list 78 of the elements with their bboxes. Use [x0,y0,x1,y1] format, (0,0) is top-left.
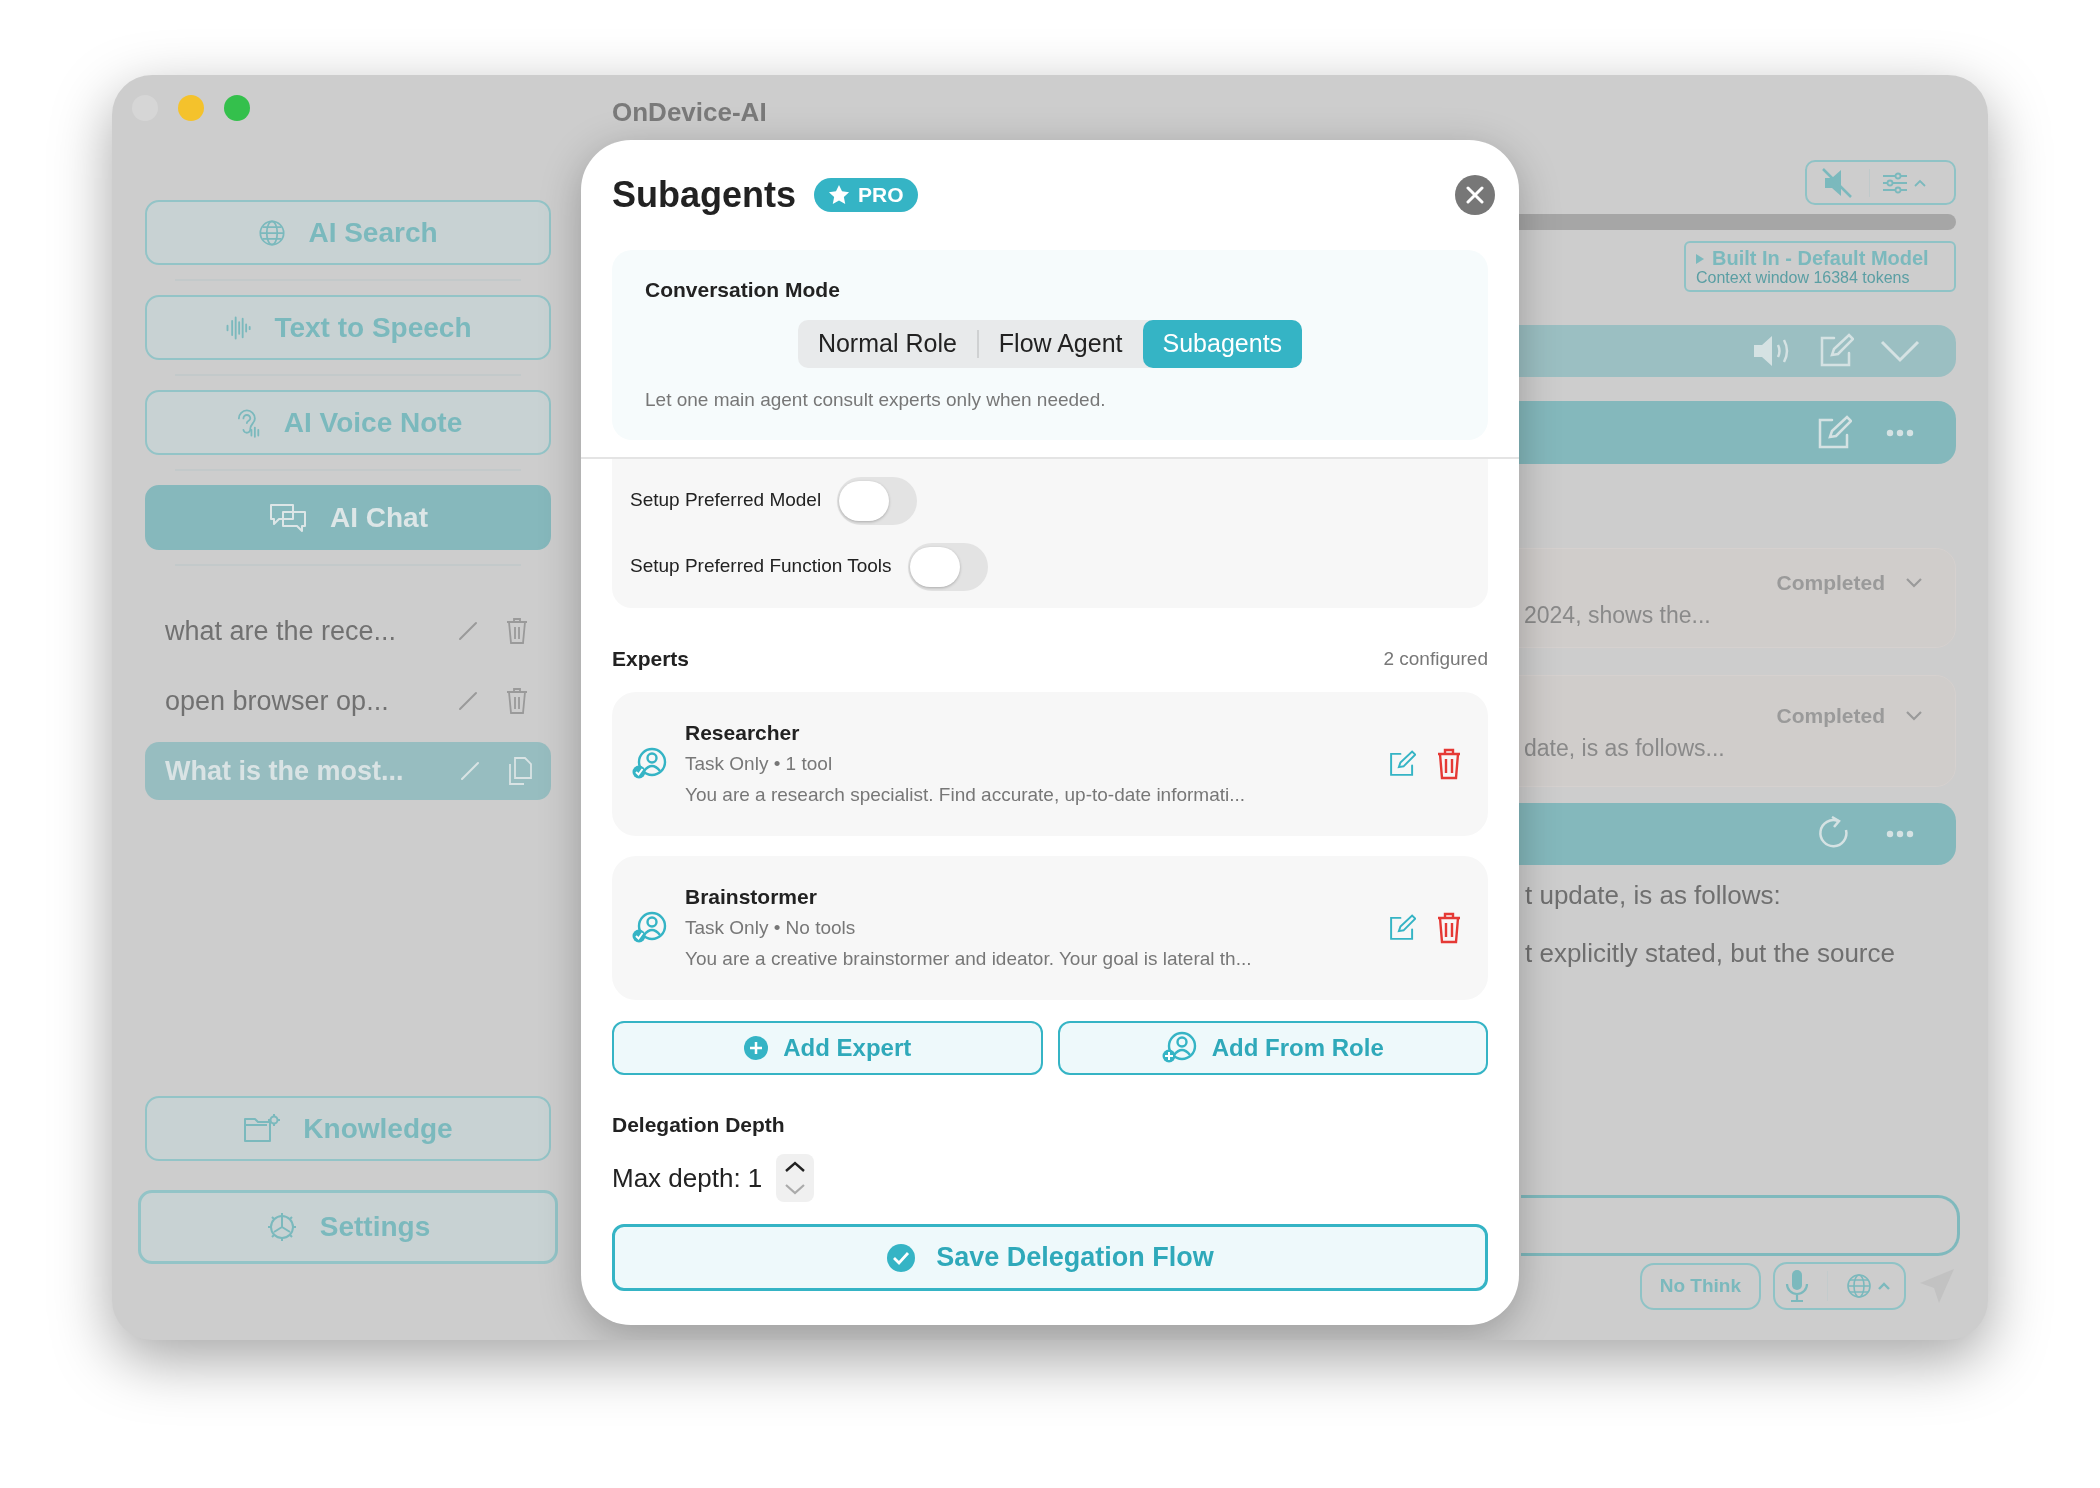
depth-value: Max depth: 1 [612,1161,763,1195]
save-button[interactable]: Save Delegation Flow [612,1224,1488,1291]
chat-item[interactable]: what are the rece... [145,602,551,660]
ellipsis-icon[interactable] [1886,830,1914,838]
trash-icon[interactable] [1436,747,1462,780]
copy-icon[interactable] [507,756,533,786]
expert-meta: Task Only • 1 tool [685,751,834,776]
sliders-icon[interactable] [1882,171,1928,194]
section-title: Delegation Depth [612,1111,786,1138]
message-input[interactable] [1521,1195,1960,1256]
expert-name: Researcher [685,720,801,745]
pencil-icon[interactable] [457,690,479,712]
chat-title: what are the rece... [165,614,398,648]
toggle-switch[interactable] [907,542,988,591]
pro-badge: PRO [814,178,918,212]
add-button[interactable]: Add From Role [1057,1020,1488,1075]
check-circle-icon [886,1242,917,1273]
edit-icon[interactable] [1816,414,1852,451]
answer-text: t update, is as follows: [1525,879,1782,911]
trash-icon[interactable] [505,617,529,645]
chat-title: What is the most... [165,754,405,788]
trash-icon[interactable] [1436,911,1462,944]
edit-icon[interactable] [1388,913,1416,942]
expert-meta: Task Only • No tools [685,915,857,940]
microphone-icon[interactable] [1785,1268,1809,1304]
triangle-icon [1696,254,1704,265]
nav-button[interactable]: AI Search [145,200,551,265]
pencil-icon[interactable] [459,760,481,782]
close-button[interactable] [1455,175,1495,215]
step-text: 2024, shows the... [1524,600,1712,630]
trash-icon[interactable] [505,687,529,715]
expert-description: You are a research specialist. Find accurate, up-to-date informati... [685,782,1247,807]
person-icon [632,746,668,781]
edit-icon[interactable] [1818,333,1854,369]
edit-icon[interactable] [1388,749,1416,778]
section-title: Experts [612,646,690,672]
person-icon [632,910,668,945]
step-text: date, is as follows... [1524,733,1726,763]
zoom-window-icon[interactable] [224,95,250,121]
close-icon [1466,186,1484,204]
folder-gear-icon [243,1112,282,1145]
expert-count: 2 configured [1383,646,1488,671]
ellipsis-icon[interactable] [1886,428,1914,437]
chevron-down-icon[interactable] [1905,577,1923,589]
plus-circle-icon [743,1034,770,1061]
expert-name: Brainstormer [685,884,818,909]
window-title: OnDevice-AI [612,96,767,129]
expert-description: You are a creative brainstormer and ideator. Your goal is lateral th... [685,946,1253,971]
toggle-label: Setup Preferred Function Tools [630,554,892,579]
nav-button[interactable]: AI Chat [145,485,551,550]
person-plus-icon [1161,1030,1198,1065]
pencil-icon[interactable] [457,620,479,642]
globe-icon [258,218,287,247]
section-title: Conversation Mode [645,277,841,303]
chat-item[interactable]: What is the most... [145,742,551,800]
stepper-control[interactable] [776,1154,815,1202]
chevron-down-icon[interactable] [1905,710,1923,722]
chat-item[interactable]: open browser op... [145,672,551,730]
settings-icon [265,1211,298,1243]
answer-text: t explicitly stated, but the source [1525,937,1896,969]
add-button[interactable]: Add Expert [612,1020,1043,1075]
nav-button[interactable]: Settings [138,1190,558,1264]
nav-button[interactable]: Text to Speech [145,295,551,360]
nav-button[interactable]: Knowledge [145,1096,551,1161]
star-icon [828,184,851,206]
mode-tab[interactable]: Normal Role [797,319,977,368]
minimize-window-icon[interactable] [178,95,204,121]
mode-tab[interactable]: Subagents [1142,319,1303,368]
chat-title: open browser op... [165,684,390,718]
mode-tab[interactable]: Flow Agent [978,319,1143,368]
no-think-button[interactable]: No Think [1639,1262,1761,1310]
nav-button[interactable]: AI Voice Note [145,390,551,455]
dialog-title: Subagents [612,173,797,217]
chat-bubbles-icon [268,501,308,534]
model-button[interactable]: Built In - Default Model Context window 16384 tokens [1684,241,1956,292]
mode-description: Let one main agent consult experts only when needed. [645,387,1107,412]
toggle-label: Setup Preferred Model [630,488,822,513]
toggle-switch[interactable] [837,476,918,525]
